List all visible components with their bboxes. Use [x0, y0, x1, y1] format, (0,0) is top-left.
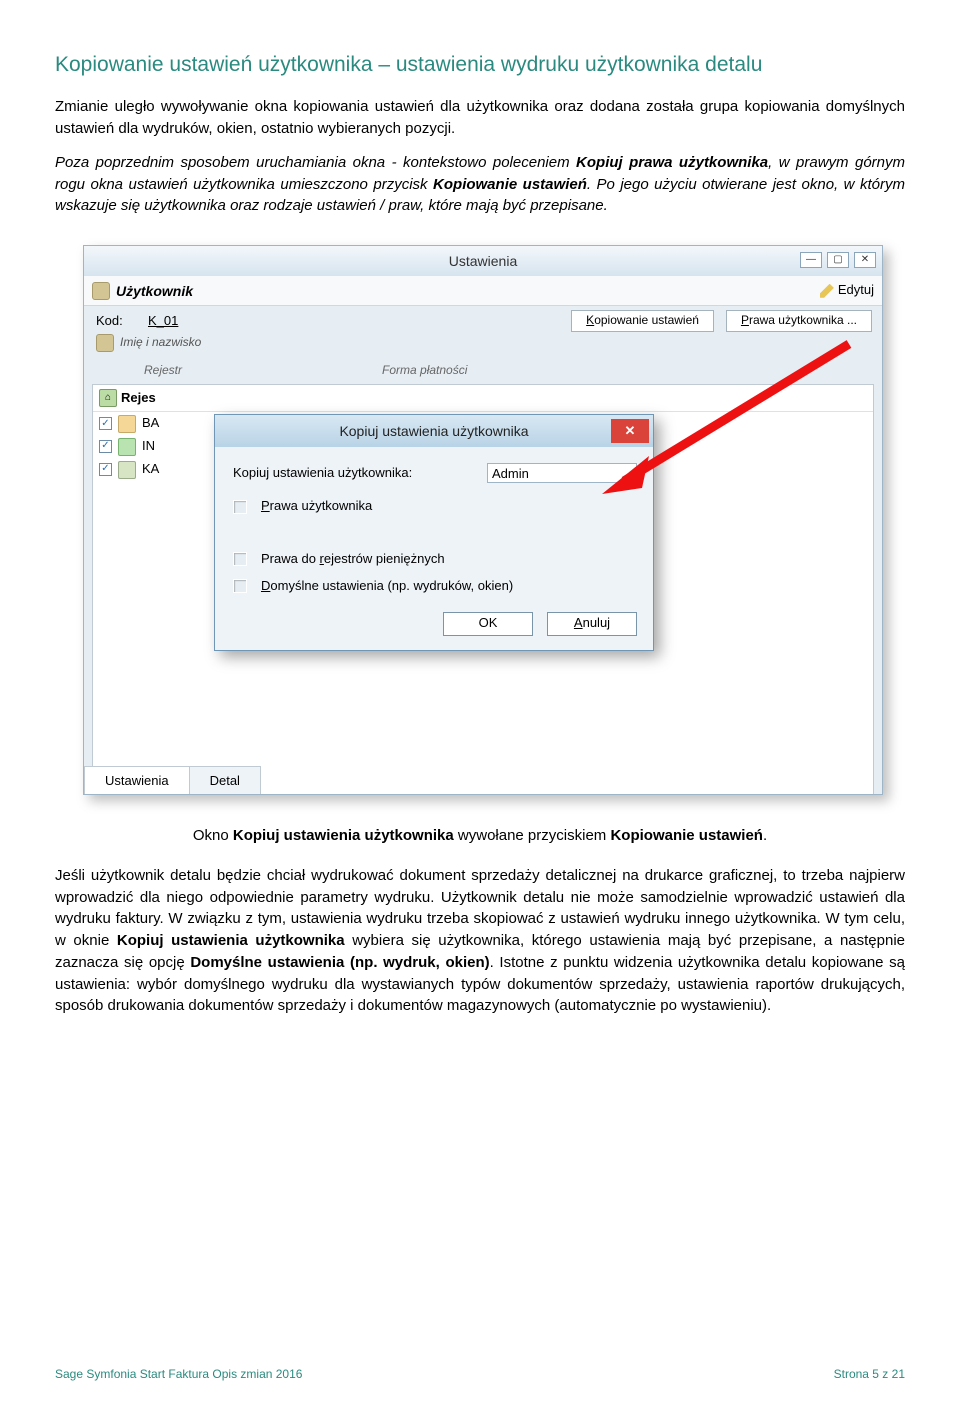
kod-label: Kod:: [96, 312, 136, 331]
o3u: D: [261, 578, 270, 593]
row-icon: [118, 461, 136, 479]
p3b: Kopiuj ustawienia użytkownika: [117, 932, 345, 949]
house-icon: ⌂: [99, 389, 117, 407]
body-para-3: Jeśli użytkownik detalu będzie chciał wy…: [55, 865, 905, 1017]
page-footer: Sage Symfonia Start Faktura Opis zmian 2…: [55, 1366, 905, 1383]
user-rights-button[interactable]: Prawa użytkownika ...: [726, 310, 872, 332]
capE: .: [763, 827, 767, 844]
dialog-body: Kopiuj ustawienia użytkownika: Prawa uży…: [215, 447, 653, 612]
copy-rest: opiowanie ustawień: [594, 312, 699, 329]
checkbox[interactable]: ✓: [99, 463, 112, 476]
registry-header: ⌂ Rejes: [93, 385, 873, 413]
p2b: Kopiuj prawa użytkownika: [576, 154, 768, 171]
page-heading: Kopiowanie ustawień użytkownika – ustawi…: [55, 50, 905, 80]
screenshot: Ustawienia — ▢ ✕ Użytkownik Edytuj Kod: …: [83, 245, 883, 795]
tab-ustawienia[interactable]: Ustawienia: [84, 766, 190, 794]
user-icon: [92, 282, 110, 300]
footer-right: Strona 5 z 21: [834, 1366, 905, 1383]
row-text: BA: [142, 414, 159, 433]
col-rejestr: Rejestr: [144, 362, 182, 379]
p2a: Poza poprzednim sposobem uruchamiania ok…: [55, 154, 576, 171]
settings-window: Ustawienia — ▢ ✕ Użytkownik Edytuj Kod: …: [83, 245, 883, 795]
o3b: omyślne ustawienia (np. wydruków, okien): [270, 578, 513, 593]
checkbox[interactable]: [233, 552, 247, 566]
o2a: Prawa do: [261, 551, 320, 566]
edit-link[interactable]: Edytuj: [820, 281, 874, 300]
kod-value: K_01: [148, 312, 178, 331]
person-icon: [96, 334, 114, 352]
p2d: Kopiowanie ustawień: [433, 176, 587, 193]
footer-left: Sage Symfonia Start Faktura Opis zmian 2…: [55, 1366, 302, 1383]
window-title: Ustawienia: [449, 251, 517, 271]
figure-caption: Okno Kopiuj ustawienia użytkownika wywoł…: [55, 825, 905, 847]
checkbox[interactable]: ✓: [99, 417, 112, 430]
titlebar: Ustawienia — ▢ ✕: [84, 246, 882, 276]
capA: Okno: [193, 827, 233, 844]
bottom-tabs: Ustawienia Detal: [84, 766, 260, 794]
o2b: ejestrów pieniężnych: [324, 551, 445, 566]
p3d: Domyślne ustawienia (np. wydruk, okien): [190, 954, 489, 971]
opt-registers[interactable]: Prawa do rejestrów pieniężnych: [233, 550, 637, 569]
cu: A: [574, 614, 583, 633]
user-bar: Użytkownik Edytuj: [84, 276, 882, 306]
column-headers: Rejestr Forma płatności: [84, 358, 882, 383]
rights-rest: rawa użytkownika ...: [749, 312, 857, 329]
minimize-button[interactable]: —: [800, 252, 822, 268]
opt-defaults[interactable]: Domyślne ustawienia (np. wydruków, okien…: [233, 577, 637, 596]
intro-para-1: Zmianie uległo wywoływanie okna kopiowan…: [55, 96, 905, 140]
from-user-input[interactable]: [487, 463, 637, 483]
copy-settings-button[interactable]: Kopiowanie ustawień: [571, 310, 714, 332]
pencil-icon: [820, 284, 834, 298]
row-icon: [118, 438, 136, 456]
dialog-close-button[interactable]: ✕: [611, 419, 649, 443]
dialog-title: Kopiuj ustawienia użytkownika: [339, 421, 528, 441]
capD: Kopiowanie ustawień: [610, 827, 763, 844]
registry-label: Rejes: [121, 389, 156, 408]
ok-button[interactable]: OK: [443, 612, 533, 636]
row-text: KA: [142, 460, 159, 479]
cancel-button[interactable]: Anuluj: [547, 612, 637, 636]
from-user-label: Kopiuj ustawienia użytkownika:: [233, 464, 487, 483]
edit-text: Edytuj: [838, 281, 874, 300]
close-button[interactable]: ✕: [854, 252, 876, 268]
kod-row: Kod: K_01 Kopiowanie ustawień Prawa użyt…: [84, 306, 882, 332]
tab-detal[interactable]: Detal: [189, 766, 261, 794]
intro-para-2: Poza poprzednim sposobem uruchamiania ok…: [55, 152, 905, 217]
row-text: IN: [142, 437, 155, 456]
o1u: P: [261, 498, 270, 513]
capB: Kopiuj ustawienia użytkownika: [233, 827, 454, 844]
copy-u: K: [586, 312, 594, 329]
col-forma: Forma płatności: [382, 362, 467, 379]
o1b: rawa użytkownika: [270, 498, 373, 513]
cr: nuluj: [583, 614, 610, 633]
window-controls: — ▢ ✕: [800, 252, 876, 268]
maximize-button[interactable]: ▢: [827, 252, 849, 268]
from-user-row: Kopiuj ustawienia użytkownika:: [233, 463, 637, 483]
capC: wywołane przyciskiem: [454, 827, 611, 844]
row-icon: [118, 415, 136, 433]
opt-rights[interactable]: Prawa użytkownika: [233, 497, 637, 516]
dialog-titlebar: Kopiuj ustawienia użytkownika ✕: [215, 415, 653, 447]
name-row: Imię i nazwisko: [84, 332, 882, 358]
checkbox[interactable]: [233, 579, 247, 593]
rights-u: P: [741, 312, 749, 329]
checkbox[interactable]: [233, 500, 247, 514]
checkbox[interactable]: ✓: [99, 440, 112, 453]
user-label: Użytkownik: [116, 281, 820, 301]
dialog-buttons: OK Anuluj: [215, 612, 653, 650]
name-label: Imię i nazwisko: [120, 334, 201, 351]
copy-settings-dialog: Kopiuj ustawienia użytkownika ✕ Kopiuj u…: [214, 414, 654, 651]
